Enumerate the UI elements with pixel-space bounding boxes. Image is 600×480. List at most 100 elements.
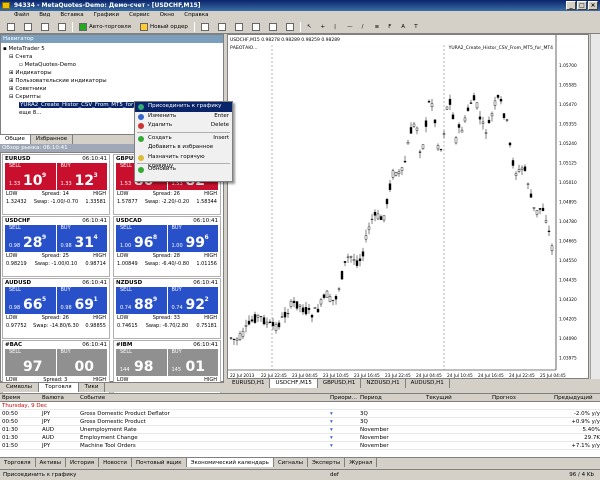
buy-button[interactable]: BUY: [55, 225, 107, 232]
bid-price[interactable]: 1.33 10 9: [5, 170, 56, 190]
line-chart-button[interactable]: [232, 21, 246, 32]
calendar-row[interactable]: 01:30 AUD Employment Change ▾ November 29.7K: [0, 434, 600, 442]
menu-edit[interactable]: Изменить Enter: [135, 112, 232, 122]
sell-button[interactable]: SELL: [116, 287, 167, 294]
chart-tab-usdchf[interactable]: USDCHF,M15: [270, 379, 318, 388]
tree-item-metaquotes-demo[interactable]: ▫ MetaQuotes-Demo: [3, 61, 221, 69]
candle-chart-button[interactable]: [215, 21, 229, 32]
sell-button[interactable]: SELL: [5, 163, 56, 170]
sell-button[interactable]: SELL: [5, 287, 56, 294]
chart-tab-eurusd[interactable]: EURUSD,H1: [227, 379, 271, 388]
calendar-row[interactable]: 01:50 JPY Machine Tool Orders ▾ November +7.1…: [0, 442, 600, 450]
minimize-button[interactable]: _: [566, 1, 576, 10]
horizontal-line-button[interactable]: —: [344, 21, 356, 32]
market-watch-button[interactable]: [38, 21, 52, 32]
menu-charts[interactable]: Графики: [94, 11, 119, 20]
fibo-button[interactable]: F: [385, 21, 395, 32]
buy-button[interactable]: BUY: [166, 287, 218, 294]
tab-ticks[interactable]: Тики: [79, 383, 106, 392]
buy-button[interactable]: BUY: [55, 163, 107, 170]
text-button[interactable]: A: [398, 21, 408, 32]
toolbox-tab[interactable]: История: [66, 458, 100, 467]
col-current[interactable]: Текущий: [424, 394, 490, 401]
menu-delete[interactable]: Удалить Delete: [135, 121, 232, 131]
calendar-row[interactable]: 00:50 JPY Gross Domestic Product ▾ 3Q +0.9% y…: [0, 418, 600, 426]
tree-item-scripts[interactable]: ⊟ Скрипты: [3, 93, 221, 101]
ask-price[interactable]: 00: [55, 356, 107, 376]
chart-tab-audusd[interactable]: AUDUSD,H1: [406, 379, 450, 388]
zoom-in-button[interactable]: [249, 21, 263, 32]
ask-price[interactable]: 145 01: [166, 356, 218, 376]
chart-vertical-scrollbar[interactable]: [590, 34, 600, 379]
buy-button[interactable]: BUY: [55, 287, 107, 294]
sell-button[interactable]: SELL: [116, 349, 167, 356]
menu-file[interactable]: Файл: [14, 11, 29, 20]
vertical-line-button[interactable]: |: [331, 21, 341, 32]
symbol-tile[interactable]: USDCAD 06:10:41 SELL BUY 1.00 96 8 1.00 99 6 …: [113, 216, 221, 277]
col-currency[interactable]: Валюта: [40, 394, 78, 401]
menu-window[interactable]: Окно: [160, 11, 175, 20]
symbol-tile[interactable]: USDCHF 06:10:41 SELL BUY 0.98 28 9 0.98 31 4 …: [2, 216, 110, 277]
bid-price[interactable]: 0.98 66 5: [5, 294, 56, 314]
menu-add-favorites[interactable]: Добавить в избранное: [135, 143, 232, 153]
zoom-out-button[interactable]: [266, 21, 280, 32]
sell-button[interactable]: SELL: [5, 349, 56, 356]
crosshair-button[interactable]: +: [318, 21, 329, 32]
bid-price[interactable]: 144 98: [116, 356, 167, 376]
channel-button[interactable]: ≡: [372, 21, 383, 32]
label-button[interactable]: T: [411, 21, 421, 32]
col-period[interactable]: Период: [358, 394, 424, 401]
tree-item-indicators[interactable]: ⊞ Индикаторы: [3, 69, 221, 77]
symbol-tile[interactable]: AUDUSD 06:10:41 SELL BUY 0.98 66 5 0.98 69 1 …: [2, 278, 110, 339]
calendar-row[interactable]: 01:30 AUD Unemployment Rate ▾ November 5.40%: [0, 426, 600, 434]
bid-price[interactable]: 0.98 28 9: [5, 232, 56, 252]
menu-create[interactable]: Создать Insert: [135, 134, 232, 144]
tree-item-accounts[interactable]: ⊟ Счета: [3, 53, 221, 61]
toolbox-tab[interactable]: Сигналы: [274, 458, 308, 467]
buy-button[interactable]: BUY: [166, 225, 218, 232]
navigator-button[interactable]: [55, 21, 69, 32]
bid-price[interactable]: 97: [5, 356, 56, 376]
bid-price[interactable]: 0.74 88 9: [116, 294, 167, 314]
toolbox-tab[interactable]: Активы: [36, 458, 66, 467]
tree-item-metatrader[interactable]: ▪ MetaTrader 5: [3, 45, 221, 53]
ask-price[interactable]: 0.98 69 1: [55, 294, 107, 314]
trend-line-button[interactable]: /: [359, 21, 369, 32]
tab-common[interactable]: Общие: [0, 135, 31, 144]
buy-button[interactable]: BUY: [55, 349, 107, 356]
menu-assign-hotkey[interactable]: Назначить горячую клавишу: [135, 153, 232, 169]
toolbox-tab[interactable]: Торговля: [0, 458, 36, 467]
close-button[interactable]: ×: [588, 1, 598, 10]
col-time[interactable]: Время: [0, 394, 40, 401]
price-chart[interactable]: 1.05700 1.05585 1.05470 1.05355 1.05240 1.051…: [228, 35, 590, 380]
toolbox-tab[interactable]: Журнал: [345, 458, 378, 467]
autotrade-button[interactable]: Авто-торговля: [76, 21, 134, 32]
ask-price[interactable]: 1.00 99 6: [166, 232, 218, 252]
toolbox-tab[interactable]: Экономический календарь: [186, 458, 274, 467]
sell-button[interactable]: SELL: [116, 225, 167, 232]
col-priority[interactable]: Приори...: [328, 394, 358, 401]
toolbox-tab[interactable]: Почтовый ящик: [132, 458, 187, 467]
tab-symbols[interactable]: Символы: [0, 383, 40, 392]
bid-price[interactable]: 1.00 96 8: [116, 232, 167, 252]
chart-tab-gbpusd[interactable]: GBPUSD,H1: [318, 379, 362, 388]
col-event[interactable]: Событие: [78, 394, 328, 401]
cursor-button[interactable]: ↖: [304, 21, 315, 32]
profiles-button[interactable]: [21, 21, 35, 32]
toolbox-tab[interactable]: Новости: [99, 458, 133, 467]
maximize-button[interactable]: □: [577, 1, 587, 10]
tree-item-experts[interactable]: ⊞ Советники: [3, 85, 221, 93]
ask-price[interactable]: 0.98 31 4: [55, 232, 107, 252]
menu-attach-to-chart[interactable]: Присоединить к графику: [135, 102, 232, 112]
menu-help[interactable]: Справка: [184, 11, 208, 20]
menu-tools[interactable]: Сервис: [129, 11, 150, 20]
symbol-tile[interactable]: NZDUSD 06:10:41 SELL BUY 0.74 88 9 0.74 92 2 …: [113, 278, 221, 339]
symbol-tile[interactable]: EURUSD 06:10:41 SELL BUY 1.33 10 9 1.33 12 3 …: [2, 154, 110, 215]
menu-refresh[interactable]: Обновить: [135, 165, 232, 175]
ask-price[interactable]: 0.74 92 2: [166, 294, 218, 314]
bar-chart-button[interactable]: [198, 21, 212, 32]
ask-price[interactable]: 1.33 12 3: [55, 170, 107, 190]
menu-view[interactable]: Вид: [39, 11, 50, 20]
col-forecast[interactable]: Прогноз: [490, 394, 552, 401]
new-chart-button[interactable]: [4, 21, 18, 32]
